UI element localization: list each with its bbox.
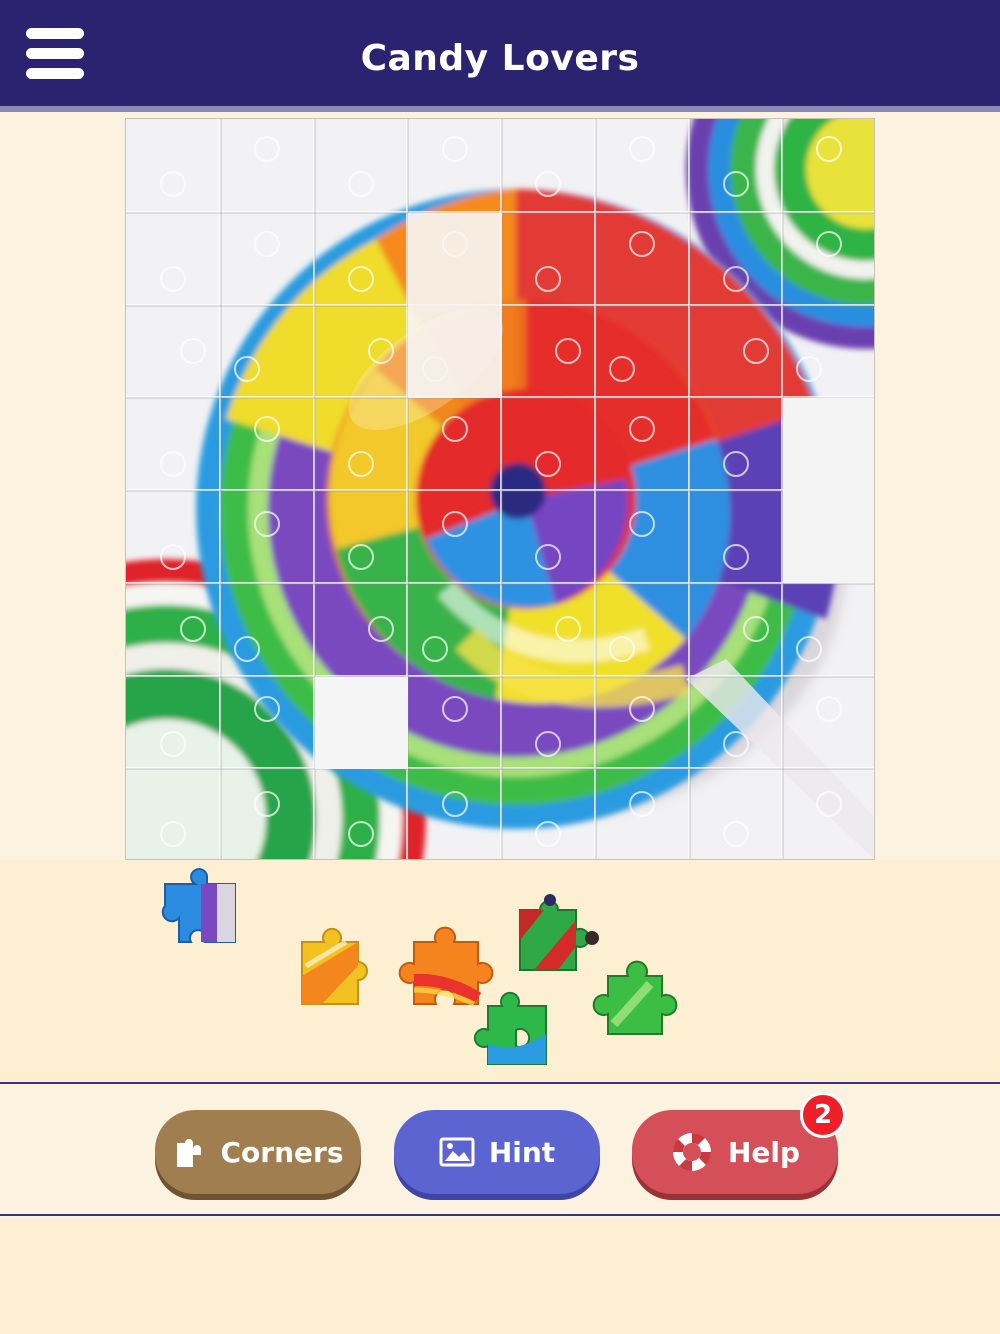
hint-button[interactable]: Hint bbox=[394, 1110, 600, 1194]
bottom-toolbar: Corners Hint Help 2 bbox=[0, 1086, 1000, 1216]
loose-piece[interactable] bbox=[584, 954, 690, 1044]
help-label: Help bbox=[727, 1135, 801, 1169]
loose-piece[interactable] bbox=[155, 862, 241, 948]
puzzle-corner-icon bbox=[176, 1139, 201, 1167]
help-count-badge: 2 bbox=[800, 1092, 846, 1138]
puzzle-board[interactable] bbox=[125, 118, 875, 860]
top-bar: Candy Lovers bbox=[0, 0, 1000, 112]
image-icon bbox=[439, 1137, 475, 1167]
help-button[interactable]: Help 2 bbox=[632, 1092, 846, 1194]
bottom-spacer bbox=[0, 1218, 1000, 1334]
hint-label: Hint bbox=[488, 1135, 556, 1169]
loose-piece[interactable] bbox=[296, 926, 382, 1012]
corners-button[interactable]: Corners bbox=[155, 1110, 361, 1194]
corners-label: Corners bbox=[220, 1135, 344, 1169]
loose-piece[interactable] bbox=[466, 984, 556, 1078]
piece-tray bbox=[0, 860, 1000, 1084]
board-area bbox=[0, 118, 1000, 860]
lifebuoy-icon bbox=[672, 1132, 711, 1172]
page-title: Candy Lovers bbox=[360, 38, 640, 79]
